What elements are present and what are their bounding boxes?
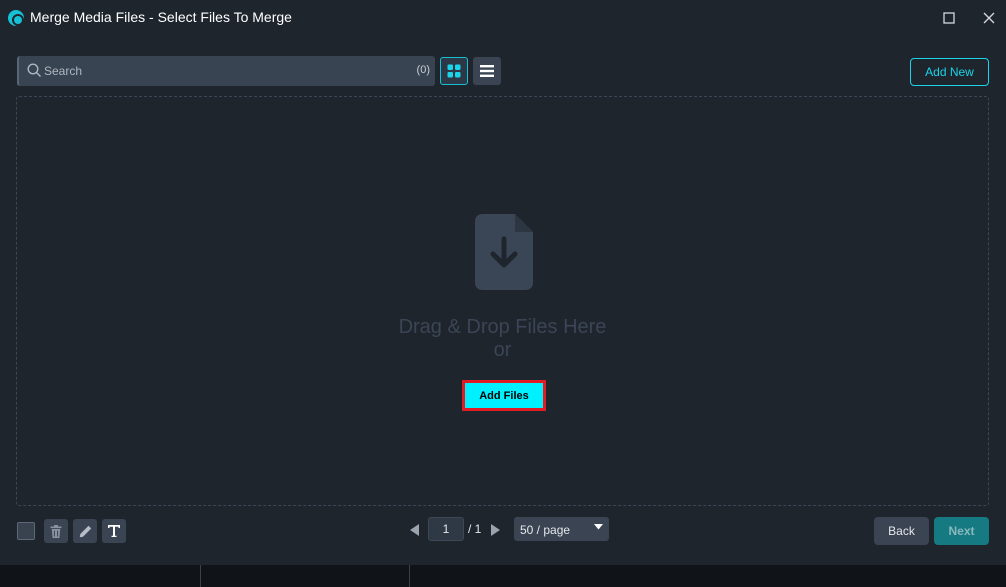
text-tool-button[interactable]	[102, 519, 126, 543]
search-result-count: (0)	[416, 64, 430, 76]
pencil-icon	[79, 525, 91, 537]
window-title: Merge Media Files - Select Files To Merg…	[30, 9, 292, 25]
maximize-button[interactable]	[935, 6, 963, 30]
edit-button[interactable]	[73, 519, 97, 543]
page-size-value: 50 / page	[520, 523, 571, 537]
taskbar-divider	[409, 565, 410, 587]
drop-or-text: or	[493, 339, 512, 361]
title-bar: Merge Media Files - Select Files To Merg…	[0, 0, 1006, 36]
add-files-button[interactable]: Add Files	[462, 380, 546, 411]
next-button[interactable]: Next	[934, 517, 989, 545]
taskbar-divider	[200, 565, 201, 587]
add-new-button[interactable]: Add New	[910, 58, 989, 86]
search-box: (0)	[17, 56, 435, 86]
delete-button[interactable]	[44, 519, 68, 543]
page-total: / 1	[468, 522, 482, 536]
caret-left-icon	[409, 524, 419, 536]
select-all-checkbox[interactable]	[17, 522, 35, 540]
caret-right-icon	[490, 524, 500, 536]
back-button[interactable]: Back	[874, 517, 929, 545]
file-download-icon	[475, 214, 533, 290]
close-button[interactable]	[975, 6, 1003, 30]
maximize-icon	[943, 12, 955, 24]
page-number-input[interactable]	[428, 517, 464, 541]
page-size-select[interactable]: 50 / page	[514, 517, 609, 541]
text-icon	[108, 525, 120, 537]
search-input[interactable]	[44, 56, 404, 86]
app-logo-icon	[8, 10, 24, 26]
taskbar	[0, 565, 1006, 587]
grid-icon	[447, 64, 461, 78]
list-view-button[interactable]	[473, 57, 501, 85]
drop-zone[interactable]: Drag & Drop Files Here or Add Files	[16, 96, 989, 506]
trash-icon	[50, 524, 62, 538]
chevron-down-icon	[594, 524, 603, 530]
grid-view-button[interactable]	[440, 57, 468, 85]
list-icon	[480, 65, 494, 77]
next-page-button[interactable]	[489, 523, 501, 537]
search-icon	[27, 63, 41, 77]
prev-page-button[interactable]	[408, 523, 420, 537]
close-icon	[983, 12, 995, 24]
drop-instruction: Drag & Drop Files Here	[398, 316, 607, 338]
